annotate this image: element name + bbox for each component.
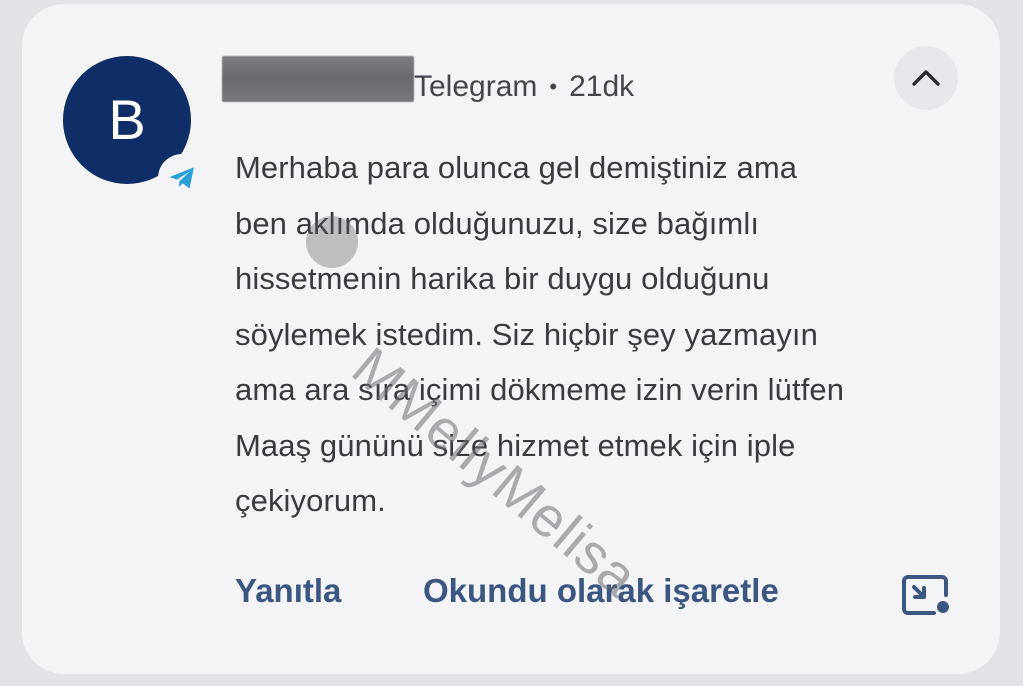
- timestamp: 21dk: [569, 70, 635, 103]
- message-text: Merhaba para olunca gel demiştiniz ama b…: [235, 150, 845, 518]
- app-name: Telegram: [414, 70, 538, 103]
- header-separator: •: [549, 74, 558, 99]
- telegram-icon: [169, 167, 194, 189]
- open-in-window-button[interactable]: [898, 570, 956, 620]
- app-badge: [158, 154, 206, 202]
- notification-header: Telegram • 21dk: [414, 70, 634, 104]
- notification-card[interactable]: B Telegram • 21dk Merhaba para olunca ge…: [22, 4, 1000, 674]
- open-in-window-icon: [902, 575, 949, 615]
- reply-button[interactable]: Yanıtla: [235, 572, 341, 610]
- collapse-button[interactable]: [894, 46, 958, 110]
- chevron-up-icon: [912, 70, 940, 86]
- notification-actions: Yanıtla Okundu olarak işaretle: [235, 572, 995, 622]
- avatar-letter: B: [108, 88, 146, 151]
- mark-as-read-button[interactable]: Okundu olarak işaretle: [423, 572, 779, 610]
- redacted-sender-name: [222, 56, 414, 102]
